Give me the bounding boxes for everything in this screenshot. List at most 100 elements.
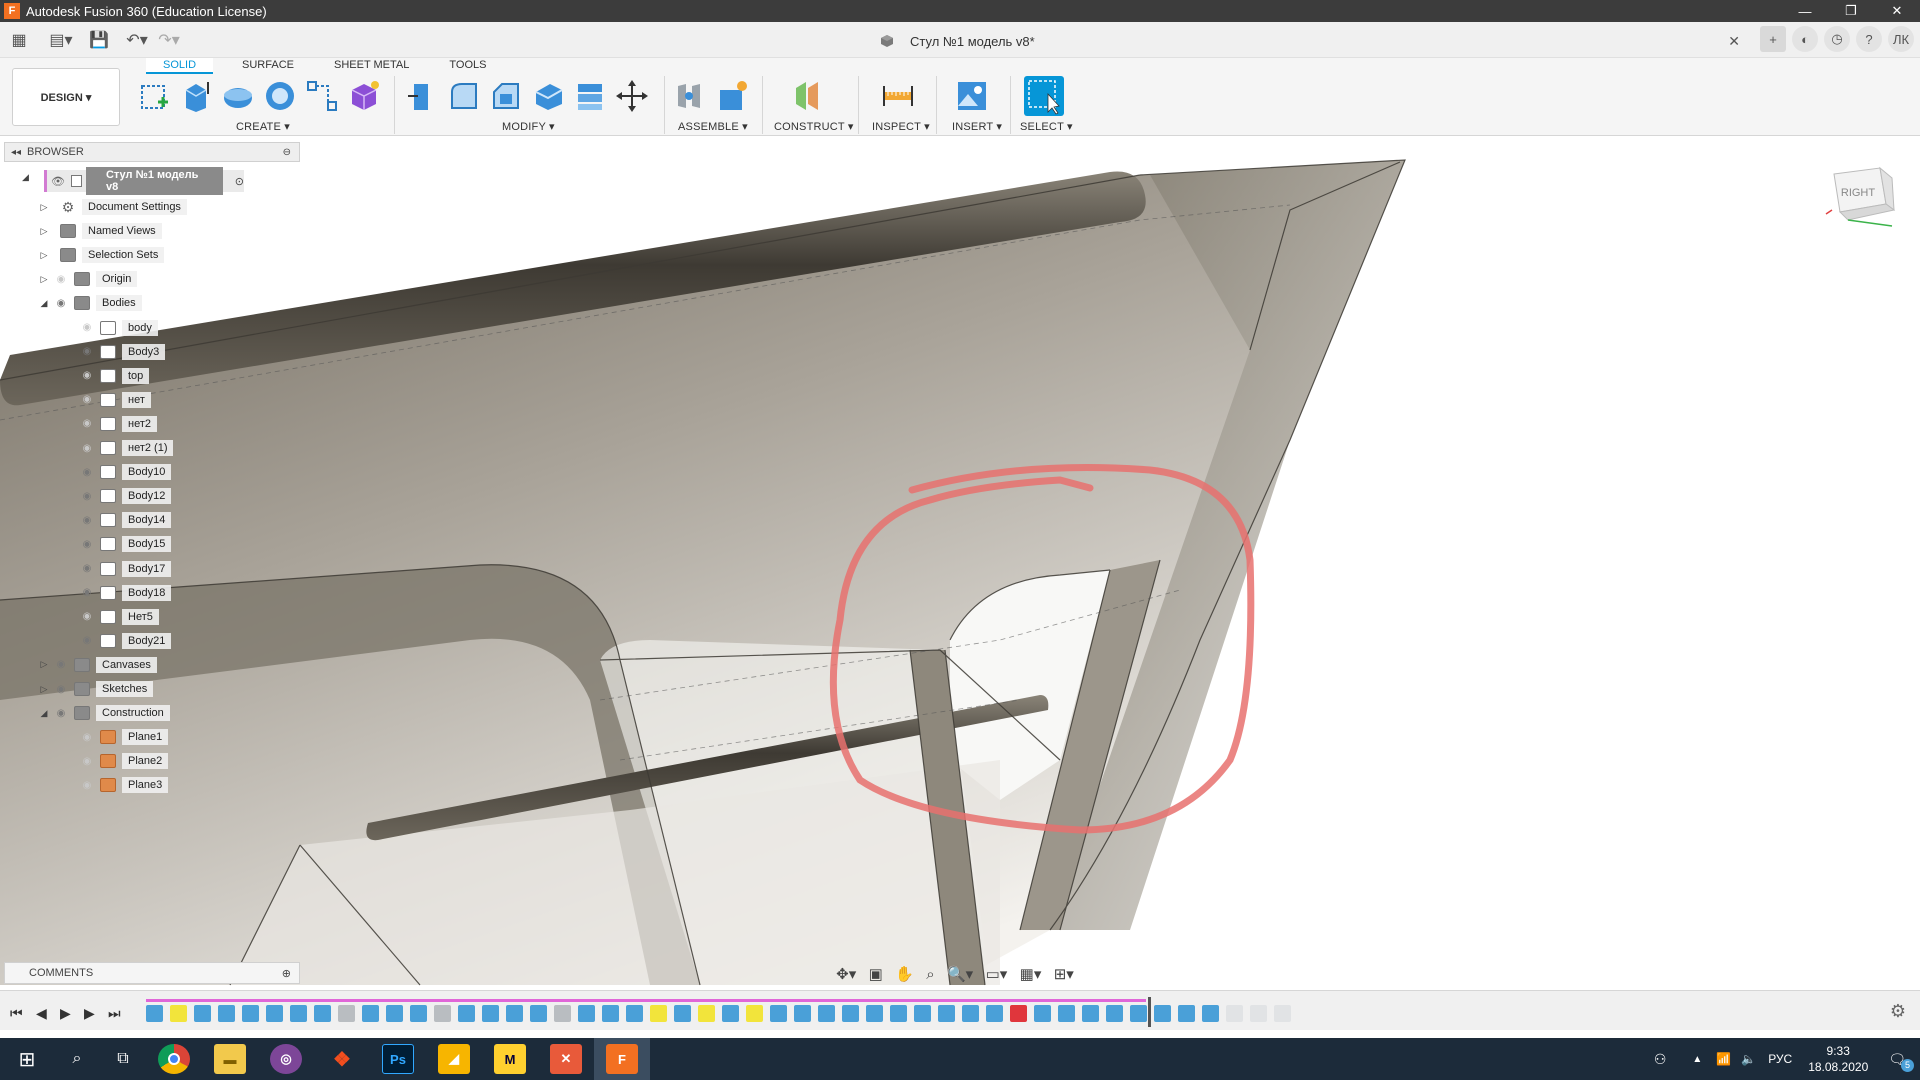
timeline-feature[interactable] <box>1106 1004 1123 1022</box>
timeline-start-button[interactable]: ⏮ <box>10 1005 23 1022</box>
expand-arrow-icon[interactable]: ▷ <box>38 659 50 670</box>
timeline-feature[interactable] <box>1178 1004 1195 1022</box>
visibility-eye-icon[interactable]: ◉ <box>80 610 94 624</box>
windows-start-icon[interactable]: ⊞ <box>0 1038 54 1080</box>
browser-node-нет2-1-[interactable]: ◉ нет2 (1) <box>76 437 174 459</box>
close-window-button[interactable]: ✕ <box>1874 0 1920 22</box>
timeline-end-button[interactable]: ⏭ <box>108 1005 121 1022</box>
assemble-menu[interactable]: ASSEMBLE ▾ <box>678 120 748 133</box>
visibility-eye-icon[interactable]: ◉ <box>54 272 68 286</box>
comments-panel[interactable]: COMMENTS ⊕ <box>4 962 300 984</box>
timeline-feature[interactable] <box>962 1004 979 1022</box>
root-expand-icon[interactable]: ◢ <box>22 172 29 183</box>
fusion-taskbar-icon[interactable]: F <box>594 1038 650 1080</box>
browser-node-body18[interactable]: ◉ Body18 <box>76 582 172 604</box>
revolve-icon[interactable] <box>220 78 256 114</box>
sketch-app-icon[interactable]: ◢ <box>426 1038 482 1080</box>
select-menu[interactable]: SELECT ▾ <box>1020 120 1073 133</box>
file-icon[interactable]: ▤▾ <box>48 27 74 53</box>
timeline-feature[interactable] <box>1202 1004 1219 1022</box>
view-cube[interactable]: RIGHT <box>1822 164 1902 236</box>
search-icon[interactable]: ⌕ <box>54 1038 100 1080</box>
construct-menu[interactable]: CONSTRUCT ▾ <box>774 120 854 133</box>
file-explorer-icon[interactable]: ▬ <box>202 1038 258 1080</box>
miro-icon[interactable]: M <box>482 1038 538 1080</box>
visibility-eye-icon[interactable]: ◉ <box>80 634 94 648</box>
pan-icon[interactable]: ✋ <box>895 965 914 983</box>
insert-image-icon[interactable] <box>954 78 990 114</box>
insert-menu[interactable]: INSERT ▾ <box>952 120 1002 133</box>
timeline-feature[interactable] <box>1154 1004 1171 1022</box>
modify-menu[interactable]: MODIFY ▾ <box>502 120 555 133</box>
tab-sheet-metal[interactable]: SHEET METAL <box>317 58 426 74</box>
visibility-eye-icon[interactable]: ◉ <box>80 441 94 455</box>
visibility-eye-icon[interactable]: ◉ <box>80 321 94 335</box>
browser-node-document-settings[interactable]: ▷ ⚙ Document Settings <box>38 196 187 218</box>
timeline-feature[interactable] <box>866 1004 883 1022</box>
offset-plane-icon[interactable] <box>790 78 826 114</box>
visibility-eye-icon[interactable]: ◉ <box>80 537 94 551</box>
browser-node-body17[interactable]: ◉ Body17 <box>76 558 172 580</box>
minimize-button[interactable]: — <box>1782 0 1828 22</box>
undo-icon[interactable]: ↶▾ <box>124 27 150 53</box>
notifications-icon[interactable]: 🗨 5 <box>1888 1051 1914 1072</box>
timeline-feature[interactable] <box>890 1004 907 1022</box>
extensions-icon[interactable]: ◐ <box>1792 26 1818 52</box>
timeline-prev-button[interactable]: ◀ <box>36 1005 47 1022</box>
visibility-eye-icon[interactable]: ◉ <box>80 562 94 576</box>
timeline-feature[interactable] <box>698 1004 715 1022</box>
expand-arrow-icon[interactable]: ◢ <box>38 708 50 719</box>
timeline-feature[interactable] <box>410 1004 427 1022</box>
timeline-marker[interactable] <box>1148 997 1151 1027</box>
browser-header[interactable]: ◂◂ BROWSER ⊖ <box>4 142 300 162</box>
timeline-feature[interactable] <box>626 1004 643 1022</box>
expand-arrow-icon[interactable]: ◢ <box>38 298 50 309</box>
timeline-feature[interactable] <box>938 1004 955 1022</box>
model-viewport[interactable] <box>0 137 1920 990</box>
visibility-eye-icon[interactable]: ◉ <box>80 778 94 792</box>
timeline-feature[interactable] <box>794 1004 811 1022</box>
timeline-feature[interactable] <box>986 1004 1003 1022</box>
workspace-switcher[interactable]: DESIGN ▾ <box>12 68 120 126</box>
joint-icon[interactable] <box>672 78 708 114</box>
browser-node-body15[interactable]: ◉ Body15 <box>76 533 172 555</box>
expand-arrow-icon[interactable]: ▷ <box>38 274 50 285</box>
zoom-icon[interactable]: ⌕ <box>926 966 934 983</box>
figma-icon[interactable]: ❖ <box>314 1038 370 1080</box>
press-pull-icon[interactable] <box>404 78 440 114</box>
browser-node-body12[interactable]: ◉ Body12 <box>76 485 172 507</box>
clock[interactable]: 9:33 18.08.2020 <box>1796 1043 1880 1075</box>
pin-icon[interactable]: ⊖ <box>283 147 291 158</box>
timeline-feature[interactable] <box>914 1004 931 1022</box>
expand-arrow-icon[interactable]: ▷ <box>38 226 50 237</box>
browser-node-sketches[interactable]: ▷ ◉ Sketches <box>38 678 154 700</box>
activate-radio-icon[interactable]: ⊙ <box>235 175 244 188</box>
photoshop-icon[interactable]: Ps <box>370 1038 426 1080</box>
new-component-icon[interactable] <box>714 78 750 114</box>
visibility-eye-icon[interactable]: ◉ <box>54 682 68 696</box>
move-icon[interactable] <box>614 78 650 114</box>
timeline-feature[interactable] <box>314 1004 331 1022</box>
browser-node-named-views[interactable]: ▷ Named Views <box>38 220 162 242</box>
visibility-eye-icon[interactable]: ◉ <box>54 296 68 310</box>
timeline-settings-icon[interactable]: ⚙ <box>1890 1001 1906 1022</box>
browser-node-canvases[interactable]: ▷ ◉ Canvases <box>38 654 157 676</box>
timeline-feature[interactable] <box>818 1004 835 1022</box>
add-comment-icon[interactable]: ⊕ <box>282 967 291 980</box>
tab-tools[interactable]: TOOLS <box>432 58 503 74</box>
extrude-icon[interactable] <box>178 78 214 114</box>
browser-node-нет[interactable]: ◉ нет <box>76 389 151 411</box>
timeline-feature[interactable] <box>1250 1004 1267 1022</box>
select-icon[interactable] <box>1024 76 1064 116</box>
timeline-feature[interactable] <box>1130 1004 1147 1022</box>
expand-arrow-icon[interactable]: ▷ <box>38 684 50 695</box>
timeline-feature[interactable] <box>434 1004 451 1022</box>
sweep-icon[interactable] <box>262 78 298 114</box>
measure-icon[interactable] <box>880 78 916 114</box>
timeline-feature[interactable] <box>1082 1004 1099 1022</box>
browser-node-body3[interactable]: ◉ Body3 <box>76 341 166 363</box>
browser-node-plane3[interactable]: ◉ Plane3 <box>76 774 169 796</box>
create-sketch-icon[interactable] <box>136 78 172 114</box>
timeline-feature[interactable] <box>242 1004 259 1022</box>
job-status-icon[interactable]: ◷ <box>1824 26 1850 52</box>
